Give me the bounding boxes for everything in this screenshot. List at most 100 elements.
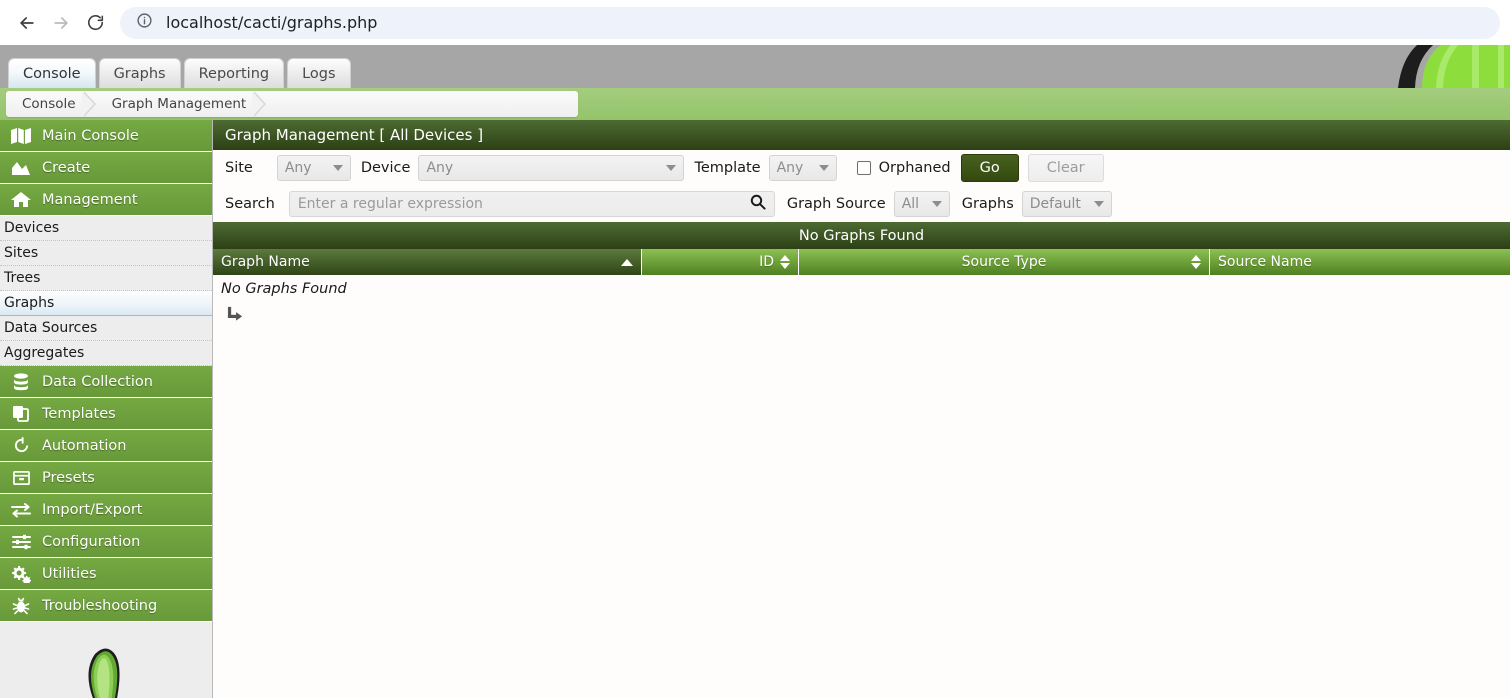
back-arrow-icon [17, 13, 37, 33]
graph-source-select[interactable]: All [893, 191, 950, 217]
sidebar-section-utilities[interactable]: Utilities [0, 558, 212, 590]
results-table-header: Graph Name ID Source Type Source Name [213, 249, 1510, 275]
column-header-graph-name-label: Graph Name [221, 254, 310, 270]
sidebar-section-label: Utilities [42, 565, 97, 582]
template-select[interactable]: Any [768, 155, 837, 181]
sidebar-section-create[interactable]: Create [0, 152, 212, 184]
box-icon [10, 469, 32, 487]
filter-panel: Site Any Device Any Template Any Orphane… [213, 150, 1510, 222]
search-icon[interactable] [750, 194, 766, 214]
search-input[interactable]: Enter a regular expression [288, 191, 775, 217]
address-bar[interactable]: localhost/cacti/graphs.php [120, 6, 1500, 39]
cactus-banner-icon [1380, 45, 1510, 88]
sidebar-item-label: Aggregates [4, 345, 85, 361]
sidebar-item-trees[interactable]: Trees [0, 266, 212, 291]
column-header-id-label: ID [759, 254, 774, 270]
device-select-value: Any [426, 160, 454, 176]
filter-row-search: Search Enter a regular expression Graph … [213, 186, 1510, 222]
column-header-graph-name[interactable]: Graph Name [213, 249, 642, 275]
breadcrumb-console-label: Console [22, 96, 76, 112]
sidebar-section-label: Configuration [42, 533, 141, 550]
empty-state-message: No Graphs Found [221, 281, 347, 297]
sidebar: Main Console Create Management Devices S… [0, 120, 213, 698]
column-header-source-type[interactable]: Source Type [799, 249, 1210, 275]
sidebar-item-devices[interactable]: Devices [0, 216, 212, 241]
sidebar-section-management[interactable]: Management [0, 184, 212, 216]
column-header-source-name-label: Source Name [1218, 254, 1312, 270]
graph-source-select-value: All [901, 196, 920, 212]
sidebar-item-data-sources[interactable]: Data Sources [0, 316, 212, 341]
tab-graphs-label: Graphs [113, 65, 166, 82]
cacti-tabstrip: Console Graphs Reporting Logs [0, 45, 1510, 88]
device-label: Device [360, 160, 411, 176]
sidebar-section-label: Management [42, 191, 138, 208]
tab-logs-label: Logs [302, 65, 336, 82]
sidebar-section-label: Troubleshooting [42, 597, 158, 614]
site-select[interactable]: Any [276, 155, 351, 181]
sidebar-item-sites[interactable]: Sites [0, 241, 212, 266]
sidebar-item-graphs[interactable]: Graphs [0, 291, 212, 316]
page-info-button[interactable] [132, 11, 156, 35]
sidebar-section-label: Data Collection [42, 373, 153, 390]
column-header-source-name[interactable]: Source Name [1210, 249, 1510, 275]
sliders-icon [10, 533, 32, 551]
arrow-turn-down-right-icon[interactable] [213, 297, 1510, 326]
forward-button[interactable] [44, 6, 78, 40]
sidebar-section-automation[interactable]: Automation [0, 430, 212, 462]
search-input-placeholder: Enter a regular expression [297, 196, 483, 212]
chevron-down-icon [332, 165, 343, 171]
page-title: Graph Management [ All Devices ] [213, 120, 1510, 150]
sidebar-section-data-collection[interactable]: Data Collection [0, 366, 212, 398]
column-header-source-type-label: Source Type [961, 254, 1047, 270]
go-button[interactable]: Go [960, 154, 1019, 182]
sidebar-section-import-export[interactable]: Import/Export [0, 494, 212, 526]
map-icon [10, 127, 32, 145]
sidebar-item-aggregates[interactable]: Aggregates [0, 341, 212, 366]
sidebar-section-troubleshooting[interactable]: Troubleshooting [0, 590, 212, 622]
tab-reporting[interactable]: Reporting [183, 58, 285, 88]
sidebar-section-label: Presets [42, 469, 95, 486]
exchange-icon [10, 501, 32, 519]
tab-graphs[interactable]: Graphs [98, 58, 181, 88]
sort-ascending-icon [621, 258, 633, 266]
filter-row-primary: Site Any Device Any Template Any Orphane… [213, 150, 1510, 186]
tab-console[interactable]: Console [8, 58, 96, 88]
app-body: Main Console Create Management Devices S… [0, 120, 1510, 698]
chevron-down-icon [818, 165, 829, 171]
chevron-down-icon [1093, 201, 1104, 207]
database-icon [10, 372, 32, 391]
template-select-value: Any [776, 160, 804, 176]
search-label: Search [225, 196, 275, 212]
sidebar-section-label: Automation [42, 437, 127, 454]
reload-button[interactable] [78, 6, 112, 40]
device-select[interactable]: Any [418, 155, 685, 181]
sort-both-icon [1191, 255, 1201, 269]
sidebar-item-label: Devices [4, 220, 60, 236]
site-select-value: Any [284, 160, 312, 176]
reload-icon [86, 13, 105, 32]
sidebar-section-label: Create [42, 159, 91, 176]
graphs-select[interactable]: Default [1021, 191, 1112, 217]
sidebar-section-label: Templates [42, 405, 116, 422]
sidebar-section-templates[interactable]: Templates [0, 398, 212, 430]
url-text: localhost/cacti/graphs.php [166, 13, 378, 32]
sidebar-item-label: Sites [4, 245, 39, 261]
breadcrumb-item-console[interactable]: Console [6, 91, 96, 117]
sidebar-section-presets[interactable]: Presets [0, 462, 212, 494]
sidebar-item-label: Data Sources [4, 320, 98, 336]
sidebar-section-main-console[interactable]: Main Console [0, 120, 212, 152]
sidebar-section-label: Main Console [42, 127, 139, 144]
sidebar-section-configuration[interactable]: Configuration [0, 526, 212, 558]
orphaned-checkbox[interactable] [856, 161, 871, 175]
back-button[interactable] [10, 6, 44, 40]
clear-button[interactable]: Clear [1027, 154, 1104, 182]
gears-icon [10, 565, 32, 583]
sidebar-section-label: Import/Export [42, 501, 143, 518]
chart-area-icon [10, 159, 32, 177]
template-label: Template [694, 160, 761, 176]
graph-source-label: Graph Source [786, 196, 886, 212]
sidebar-item-label: Trees [4, 270, 41, 286]
tab-logs[interactable]: Logs [287, 58, 351, 88]
breadcrumb-item-graph-management[interactable]: Graph Management [96, 91, 267, 117]
column-header-id[interactable]: ID [642, 249, 799, 275]
